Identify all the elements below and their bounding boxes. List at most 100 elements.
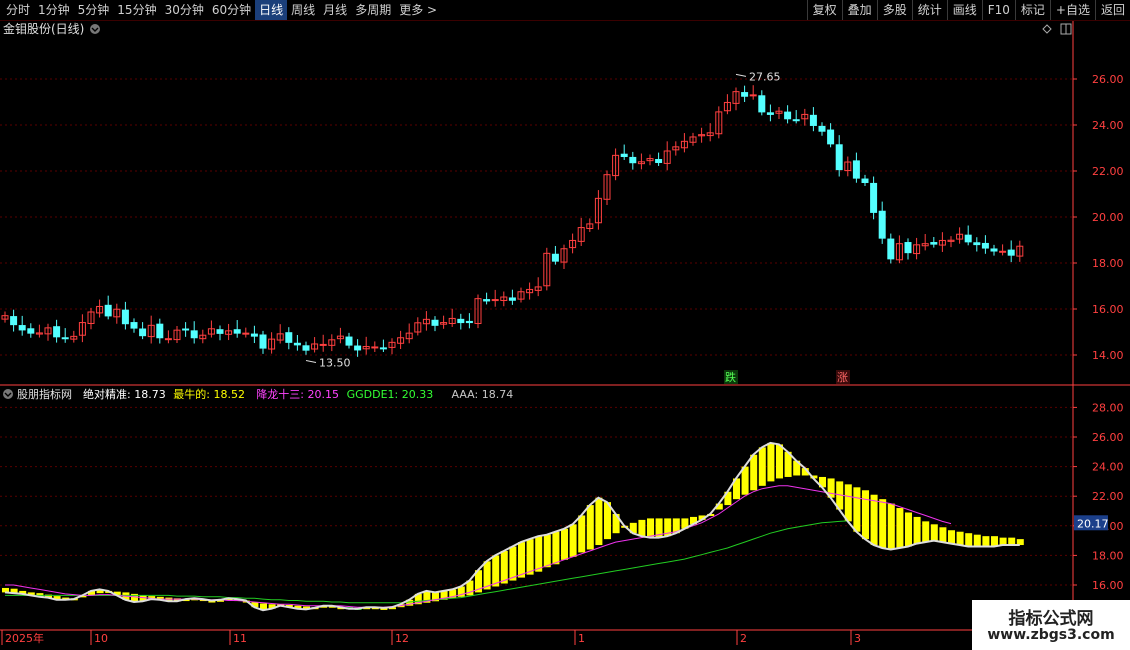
tab-10[interactable]: 更多 > <box>395 0 441 20</box>
candle-body <box>491 299 499 302</box>
watermark: 指标公式网 www.zbgs3.com <box>972 600 1130 650</box>
ind-bar <box>905 512 912 547</box>
candle-body <box>904 242 912 254</box>
tool-button-4[interactable]: 画线 <box>946 0 982 20</box>
watermark-url: www.zbgs3.com <box>987 627 1115 643</box>
candle-body <box>835 144 843 171</box>
tab-8[interactable]: 月线 <box>319 0 351 20</box>
candle-body <box>861 178 869 184</box>
ind-label-3: GGDDE1: 20.33 <box>347 388 434 401</box>
time-label-4: 1 <box>578 632 585 645</box>
candle-body <box>620 153 628 158</box>
tab-7[interactable]: 周线 <box>287 0 319 20</box>
candle-body <box>878 210 886 239</box>
ind-bar <box>492 555 500 587</box>
candle-body <box>887 238 895 260</box>
candle-body <box>354 345 362 351</box>
ind-tick-label: 22.00 <box>1092 490 1124 503</box>
candle-body <box>216 329 224 334</box>
chart-canvas[interactable]: 26.00 24.00 22.00 20.00 18.00 16.00 14.00 28.00… <box>0 0 1130 650</box>
ind-bar <box>844 484 852 522</box>
low-marker <box>305 360 317 364</box>
candle-body <box>784 111 792 120</box>
watermark-title: 指标公式网 <box>1008 609 1094 629</box>
candle-body <box>852 160 860 179</box>
ind-bar <box>991 536 998 547</box>
ind-label-4: AAA: 18.74 <box>452 388 514 401</box>
ind-label-2: 降龙十三: 20.15 <box>256 387 339 401</box>
time-label-6: 3 <box>854 632 861 645</box>
ind-bar <box>758 447 766 486</box>
candle-body <box>379 347 387 350</box>
low-label: 13.50 <box>319 357 351 370</box>
candlestick-series <box>1 85 1024 357</box>
tool-button-7[interactable]: +自选 <box>1049 0 1095 20</box>
time-label-3: 12 <box>395 632 409 645</box>
ind-bar <box>767 442 775 482</box>
candle-body <box>551 253 559 262</box>
candle-body <box>259 334 267 349</box>
signal-die-label: 跌 <box>725 370 736 384</box>
candle-body <box>319 343 327 346</box>
candle-body <box>371 346 379 349</box>
ind-tick-label: 18.00 <box>1092 549 1124 562</box>
ind-bar <box>1008 537 1016 546</box>
candle-body <box>758 95 766 113</box>
tool-button-2[interactable]: 多股 <box>876 0 912 20</box>
candle-body <box>1007 249 1015 256</box>
main-tick-label: 16.00 <box>1092 303 1124 316</box>
tab-2[interactable]: 5分钟 <box>74 0 114 20</box>
candle-body <box>973 242 981 246</box>
ind-tick-label: 16.00 <box>1092 579 1124 592</box>
candle-body <box>242 332 250 335</box>
signal-zhang-label: 涨 <box>837 371 848 384</box>
tool-button-3[interactable]: 统计 <box>911 0 947 20</box>
ind-menu-icon <box>3 389 13 399</box>
candle-body <box>130 322 138 329</box>
ind-line-xianglong <box>5 485 952 608</box>
candle-body <box>465 320 473 324</box>
ind-tick-label: 28.00 <box>1092 401 1124 414</box>
ind-bar <box>750 454 758 491</box>
tab-1[interactable]: 1分钟 <box>34 0 74 20</box>
ind-bar <box>862 490 869 540</box>
candle-body <box>164 338 172 341</box>
ind-tick-label: 24.00 <box>1092 461 1124 474</box>
time-label-2: 11 <box>233 632 247 645</box>
tab-0[interactable]: 分时 <box>2 0 34 20</box>
tab-9[interactable]: 多周期 <box>351 0 395 20</box>
tab-4[interactable]: 30分钟 <box>161 0 208 20</box>
tool-button-6[interactable]: 标记 <box>1014 0 1050 20</box>
main-tick-label: 20.00 <box>1092 211 1124 224</box>
candle-body <box>293 342 301 346</box>
time-label-5: 2 <box>740 632 747 645</box>
tool-button-0[interactable]: 复权 <box>806 0 842 20</box>
candle-body <box>250 333 258 337</box>
candle-body <box>655 159 663 163</box>
main-title: 金钼股份(日线) <box>3 21 84 36</box>
tab-5[interactable]: 60分钟 <box>208 0 255 20</box>
ind-bar <box>982 536 990 547</box>
candle-body <box>930 242 938 245</box>
tool-button-5[interactable]: F10 <box>981 0 1015 20</box>
candle-body <box>121 309 129 325</box>
candle-body <box>345 336 353 346</box>
candle-body <box>827 129 835 145</box>
high-label: 27.65 <box>749 70 781 83</box>
ind-bar <box>887 503 895 550</box>
tool-button-8[interactable]: 返回 <box>1094 0 1130 20</box>
candle-body <box>285 332 293 343</box>
tab-3[interactable]: 15分钟 <box>113 0 160 20</box>
ind-label-0: 绝对精准: 18.73 <box>83 387 166 401</box>
candle-body <box>766 112 774 115</box>
tool-button-1[interactable]: 叠加 <box>841 0 877 20</box>
candle-body <box>10 316 18 326</box>
tab-6[interactable]: 日线 <box>255 0 288 20</box>
candle-body <box>104 304 112 317</box>
candle-body <box>156 323 164 339</box>
ind-bar <box>999 537 1007 546</box>
candle-body <box>741 92 749 97</box>
ind-bar <box>948 530 955 544</box>
diamond-icon <box>1042 24 1052 34</box>
ind-bar <box>870 494 878 546</box>
